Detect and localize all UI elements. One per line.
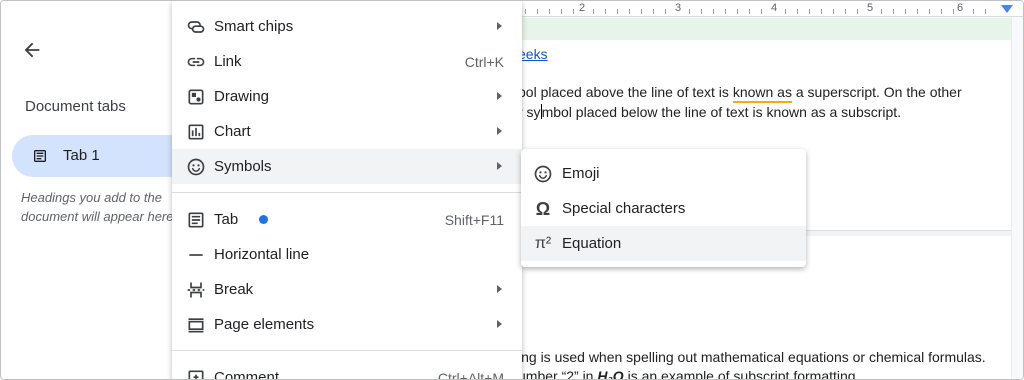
menu-item-label: Symbols [214,158,272,175]
menu-item-tab[interactable]: Tab Shift+F11 [172,202,522,237]
submenu-arrow-icon [497,162,502,170]
text-run: ing is used when spelling out mathematic… [518,349,986,365]
document-icon [32,148,48,169]
menu-item-label: Page elements [214,316,315,333]
menu-item-label: Comment [214,369,280,380]
pi-squared-icon: π² [534,235,552,252]
menu-separator [172,350,522,351]
text-run: mbol placed below the line of text is kn… [541,104,902,120]
paragraph-line: bol placed above the line of text is kno… [518,84,962,103]
paragraph-line: r symbol placed below the line of text i… [518,104,901,120]
horizontal-line-icon [186,245,206,265]
emoji-icon [186,157,206,177]
menu-item-label: Break [214,281,254,298]
paragraph-line: ing is used when spelling out mathematic… [518,349,986,365]
menu-item-comment[interactable]: Comment Ctrl+Alt+M [172,360,522,380]
submenu-item-label: Emoji [562,165,600,182]
menu-separator [172,192,522,193]
page-elements-icon [186,315,206,335]
menu-item-label: Smart chips [214,18,294,35]
app-window: Document tabs Tab 1 Headings you add to … [0,0,1024,380]
insert-menu: Smart chips Link Ctrl+K Drawing Chart Sy… [172,1,522,380]
menu-item-horizontal-line[interactable]: Horizontal line [172,237,522,272]
right-indent-marker[interactable] [1001,5,1013,13]
omega-icon: Ω [535,198,551,219]
drawing-icon [186,87,206,107]
menu-item-drawing[interactable]: Drawing [172,79,522,114]
new-feature-dot [259,215,268,224]
menu-item-page-elements[interactable]: Page elements [172,307,522,342]
menu-item-chart[interactable]: Chart [172,114,522,149]
arrow-back-icon [24,42,40,58]
vertical-scrollbar[interactable] [1011,18,1023,379]
menu-item-label: Chart [214,123,251,140]
break-icon [186,280,206,300]
comment-icon [186,368,206,379]
keyboard-shortcut: Ctrl+Alt+M [437,370,504,380]
ruler-number: 2 [579,2,586,14]
grammar-suggestion[interactable]: known as [732,84,792,103]
ruler-number: 5 [867,2,874,14]
menu-item-smart-chips[interactable]: Smart chips [172,9,522,44]
text-run: is an example of subscript formatting. [623,368,860,380]
emoji-icon [533,164,553,184]
ruler-number: 4 [771,2,778,14]
submenu-arrow-icon [497,92,502,100]
formula-text: H₂O [597,368,624,380]
submenu-item-special-characters[interactable]: Ω Special characters [521,191,806,226]
text-run: bol placed above the line of text is [518,84,733,100]
text-run: a superscript. On the other [791,84,962,100]
document-link[interactable]: eeks [518,46,548,62]
sidebar-tab-label: Tab 1 [63,147,100,164]
menu-item-break[interactable]: Break [172,272,522,307]
chart-icon [186,122,206,142]
back-arrow-button[interactable] [19,37,45,63]
submenu-arrow-icon [497,285,502,293]
symbols-submenu: Emoji Ω Special characters π² Equation [521,149,806,267]
menu-item-symbols[interactable]: Symbols [172,149,522,184]
keyboard-shortcut: Ctrl+K [464,54,504,70]
submenu-arrow-icon [497,127,502,135]
keyboard-shortcut: Shift+F11 [444,212,504,228]
document-tabs-sidebar: Document tabs Tab 1 Headings you add to … [1,1,212,379]
menu-item-link[interactable]: Link Ctrl+K [172,44,522,79]
submenu-arrow-icon [497,320,502,328]
submenu-item-emoji[interactable]: Emoji [521,156,806,191]
submenu-item-equation[interactable]: π² Equation [521,226,806,261]
menu-item-label: Drawing [214,88,270,105]
ruler-number: 6 [957,2,964,14]
text-run: umber “2” in [518,368,598,380]
smart-chips-icon [186,17,206,37]
tab-doc-icon [186,210,206,230]
paragraph-line: umber “2” in H₂O is an example of subscr… [518,368,860,380]
menu-item-label: Horizontal line [214,246,310,263]
highlighted-line [481,18,1011,40]
submenu-arrow-icon [497,22,502,30]
submenu-item-label: Equation [562,235,622,252]
link-icon [186,52,206,72]
sidebar-hint-text: Headings you add to the document will ap… [21,190,178,224]
menu-item-label: Link [214,53,242,70]
ruler-number: 3 [675,2,682,14]
menu-item-label: Tab [214,211,239,228]
horizontal-ruler[interactable]: 2 3 4 5 6 [481,1,1023,17]
submenu-item-label: Special characters [562,200,686,217]
sidebar-title: Document tabs [25,98,126,115]
